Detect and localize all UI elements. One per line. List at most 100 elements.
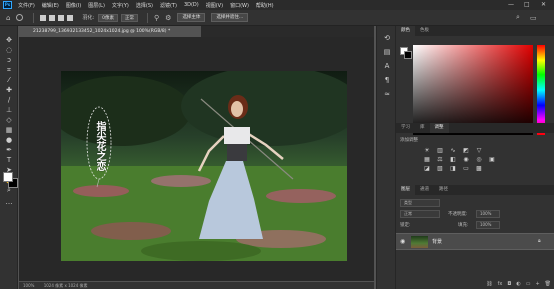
brush-tool-icon[interactable]: ∕: [3, 96, 15, 105]
history-icon[interactable]: ⟲: [381, 34, 393, 43]
tab-channels[interactable]: 通道: [415, 185, 434, 195]
color-balance-icon[interactable]: ⚖: [436, 156, 444, 163]
dodge-tool-icon[interactable]: ●: [3, 136, 15, 145]
color-lookup-icon[interactable]: ▣: [488, 156, 496, 163]
hue-saturation-icon[interactable]: ▦: [423, 156, 431, 163]
home-icon[interactable]: ⌂: [6, 14, 10, 22]
workspace-icon[interactable]: ▭: [530, 14, 537, 22]
layer-kind-filter[interactable]: 类型: [400, 199, 440, 207]
menu-image[interactable]: 图像(I): [66, 2, 81, 9]
menu-window[interactable]: 窗口(W): [230, 2, 249, 9]
vibrance-icon[interactable]: ▽: [475, 147, 483, 154]
selective-color-icon[interactable]: ▩: [475, 165, 483, 172]
add-selection-icon[interactable]: [49, 14, 56, 21]
close-button[interactable]: ✕: [541, 1, 546, 8]
select-subject-button[interactable]: 选择主体: [177, 13, 206, 22]
trash-icon[interactable]: 🗑︎: [545, 281, 551, 289]
paragraph-icon[interactable]: ¶: [381, 76, 393, 85]
fx-icon[interactable]: fx: [498, 281, 503, 289]
healing-brush-icon[interactable]: ✚: [3, 86, 15, 95]
eyedropper-tool-icon[interactable]: ⁄: [3, 76, 15, 85]
tab-adjustments[interactable]: 调整: [429, 123, 449, 133]
opacity-input[interactable]: 100%: [476, 210, 500, 218]
type-tool-icon[interactable]: T: [3, 156, 15, 165]
new-selection-icon[interactable]: [40, 14, 47, 21]
feather-input[interactable]: 0像素: [98, 13, 119, 22]
subtract-selection-icon[interactable]: [58, 14, 65, 21]
exposure-icon[interactable]: ◩: [462, 147, 470, 154]
foreground-color-swatch[interactable]: [3, 172, 13, 182]
tab-libraries[interactable]: 库: [415, 123, 430, 133]
tab-color[interactable]: 颜色: [396, 26, 415, 36]
select-and-mask-button[interactable]: 选择并遮住...: [211, 13, 249, 22]
hue-slider[interactable]: [537, 45, 545, 135]
menu-type[interactable]: 文字(Y): [112, 2, 129, 9]
zoom-level[interactable]: 100%: [23, 283, 34, 288]
maximize-button[interactable]: □: [524, 1, 530, 8]
blend-mode-dropdown[interactable]: 正常: [400, 210, 440, 218]
color-picker-field[interactable]: [413, 45, 533, 135]
tab-layers[interactable]: 图层: [396, 185, 415, 195]
layer-row-background[interactable]: ◉ 背景 🔒︎: [396, 233, 554, 250]
menu-filter[interactable]: 滤镜(T): [160, 2, 177, 9]
tab-paths[interactable]: 路径: [434, 185, 453, 195]
marquee-tool-icon[interactable]: ◌: [3, 46, 15, 55]
photoshop-logo[interactable]: Ps: [3, 1, 12, 9]
move-tool-icon[interactable]: ✥: [3, 36, 15, 45]
photo-filter-icon[interactable]: ◉: [462, 156, 470, 163]
levels-icon[interactable]: ▥: [436, 147, 444, 154]
location-icon[interactable]: ⚲: [154, 14, 159, 22]
ellipse-marquee-icon[interactable]: [16, 14, 24, 21]
menu-edit[interactable]: 编辑(E): [42, 2, 59, 9]
menu-file[interactable]: 文件(F): [18, 2, 35, 9]
layer-name: 背景: [432, 239, 443, 245]
menu-view[interactable]: 视图(V): [206, 2, 223, 9]
clone-stamp-icon[interactable]: ⊥: [3, 106, 15, 115]
canvas-area[interactable]: 指尖花之恋: [19, 37, 374, 281]
link-icon[interactable]: ⛓: [486, 281, 492, 289]
document-tab[interactable]: 21238799_136932133452_1024x1024.jpg @ 10…: [19, 26, 201, 37]
lasso-tool-icon[interactable]: ↄ: [3, 56, 15, 65]
menu-3d[interactable]: 3D(D): [184, 2, 199, 8]
more-tools-icon[interactable]: …: [3, 198, 15, 207]
document-canvas[interactable]: 指尖花之恋: [61, 71, 347, 261]
pen-tool-icon[interactable]: ✒: [3, 146, 15, 155]
divider: [147, 12, 149, 23]
adjustment-layer-icon[interactable]: ◐: [516, 281, 520, 289]
eye-icon[interactable]: ◉: [400, 238, 405, 245]
menu-help[interactable]: 帮助(H): [256, 2, 274, 9]
brightness-icon[interactable]: ☀: [423, 147, 431, 154]
background-color-chip[interactable]: [404, 51, 412, 59]
new-layer-icon[interactable]: +: [535, 281, 539, 289]
brush-settings-icon[interactable]: ≈: [381, 90, 393, 99]
black-white-icon[interactable]: ◧: [449, 156, 457, 163]
gradient-map-icon[interactable]: ▭: [462, 165, 470, 172]
minimize-button[interactable]: —: [508, 1, 514, 8]
mask-icon[interactable]: ◘: [507, 281, 511, 289]
invert-icon[interactable]: ◪: [423, 165, 431, 172]
properties-icon[interactable]: ▤: [381, 48, 393, 57]
style-dropdown[interactable]: 正常: [121, 13, 139, 22]
tab-learn[interactable]: 学习: [396, 123, 415, 133]
opacity-label: 不透明度:: [448, 212, 468, 217]
folder-icon[interactable]: ▭: [526, 281, 531, 289]
search-icon[interactable]: ⌕: [516, 13, 520, 22]
document-tab-bar: 21238799_136932133452_1024x1024.jpg @ 10…: [19, 26, 374, 37]
posterize-icon[interactable]: ▧: [436, 165, 444, 172]
character-icon[interactable]: A: [381, 62, 393, 71]
settings-gear-icon[interactable]: ⚙: [165, 14, 171, 22]
channel-mixer-icon[interactable]: ◎: [475, 156, 483, 163]
fill-input[interactable]: 100%: [476, 221, 500, 229]
menu-layer[interactable]: 图层(L): [88, 2, 105, 9]
threshold-icon[interactable]: ◨: [449, 165, 457, 172]
tab-swatches[interactable]: 色板: [415, 26, 434, 36]
eraser-tool-icon[interactable]: ◇: [3, 116, 15, 125]
right-panels: 颜色 色板 学习 库 调整 添加调整 ☀ ▥ ∿ ◩ ▽ ▦ ⚖ ◧ ◉ ◎ ▣…: [395, 26, 554, 289]
gradient-tool-icon[interactable]: ▦: [3, 126, 15, 135]
menu-select[interactable]: 选择(S): [136, 2, 153, 9]
lock-icon: 🔒︎: [538, 238, 541, 244]
crop-tool-icon[interactable]: ⌗: [3, 66, 15, 75]
curves-icon[interactable]: ∿: [449, 147, 457, 154]
intersect-selection-icon[interactable]: [67, 14, 74, 21]
tools-panel: ✥ ◌ ↄ ⌗ ⁄ ✚ ∕ ⊥ ◇ ▦ ● ✒ T ➤ ✋ ⌕ …: [0, 26, 18, 289]
